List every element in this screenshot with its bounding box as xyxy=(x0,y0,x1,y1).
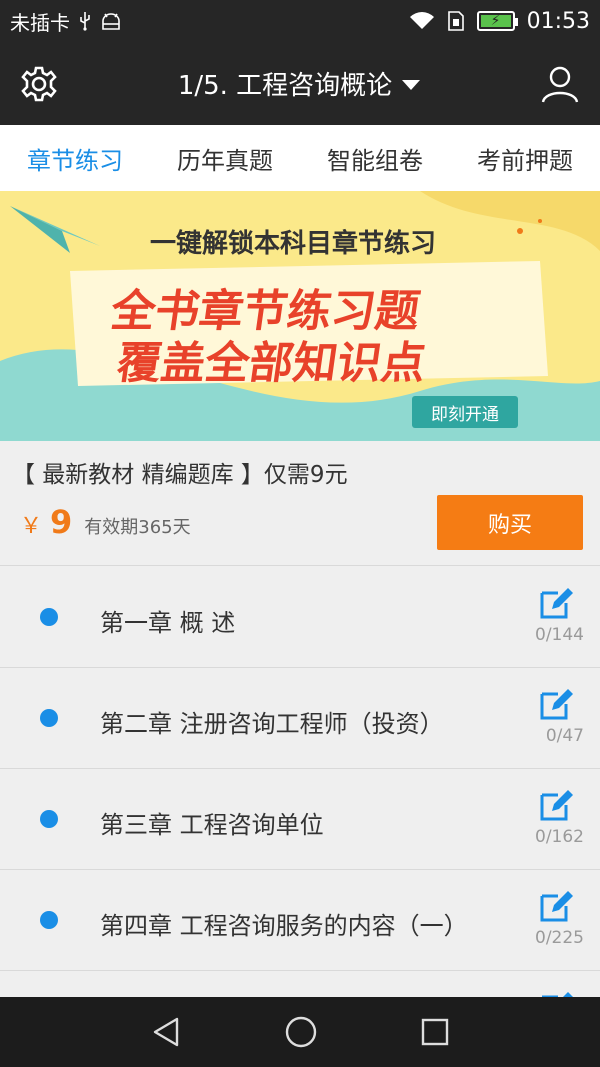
back-icon[interactable] xyxy=(151,1016,181,1048)
status-right: ⚡ 01:53 xyxy=(409,9,590,34)
chapter-name: 第二章 注册咨询工程师（投资） xyxy=(100,710,444,738)
tab-chapter-practice[interactable]: 章节练习 xyxy=(27,141,123,176)
status-left: 未插卡 xyxy=(10,7,409,36)
validity-text: 有效期365天 xyxy=(84,517,191,538)
list-item[interactable]: 第三章 工程咨询单位 0/162 xyxy=(0,769,600,870)
currency-symbol: ￥ xyxy=(20,514,43,539)
progress-count: 0/162 xyxy=(535,827,584,847)
chapter-list: 第一章 概 述 0/144 第二章 注册咨询工程师（投资） 0/47 第三章 工… xyxy=(0,567,600,1067)
bullet-dot xyxy=(40,709,58,727)
system-nav-bar xyxy=(0,997,600,1067)
tab-bar: 章节练习 历年真题 智能组卷 考前押题 xyxy=(0,125,600,191)
progress-count: 0/225 xyxy=(535,928,584,948)
subject-selector[interactable]: 1/5. 工程咨询概论 xyxy=(177,65,421,102)
tab-past-exams[interactable]: 历年真题 xyxy=(177,141,273,176)
list-item[interactable]: 第二章 注册咨询工程师（投资） 0/47 xyxy=(0,668,600,769)
promo-banner[interactable]: 一键解锁本科目章节练习 全书章节练习题 覆盖全部知识点 即刻开通 xyxy=(0,191,600,441)
progress-count: 0/47 xyxy=(545,726,584,746)
price-value: 9 xyxy=(50,503,73,541)
banner-line-2: 覆盖全部知识点 xyxy=(113,338,429,389)
purchase-panel: 【 最新教材 精编题库 】仅需9元 ￥ 9 有效期365天 购买 xyxy=(0,441,600,566)
chapter-name: 第四章 工程咨询服务的内容（一） xyxy=(100,912,468,940)
banner-open-button[interactable]: 即刻开通 xyxy=(412,396,518,428)
edit-icon[interactable] xyxy=(538,787,574,823)
home-icon[interactable] xyxy=(284,1015,318,1049)
tab-predicted-questions[interactable]: 考前押题 xyxy=(477,141,573,176)
chapter-name: 第三章 工程咨询单位 xyxy=(100,811,324,839)
edit-icon[interactable] xyxy=(538,686,574,722)
bullet-dot xyxy=(40,810,58,828)
banner-headline: 一键解锁本科目章节练习 xyxy=(150,229,437,259)
price-row: ￥ 9 有效期365天 xyxy=(20,503,191,541)
bullet-dot xyxy=(40,608,58,626)
usb-icon xyxy=(80,12,90,31)
wifi-icon xyxy=(409,12,434,29)
edit-icon[interactable] xyxy=(538,888,574,924)
recents-icon[interactable] xyxy=(421,1018,449,1046)
list-item[interactable]: 第一章 概 述 0/144 xyxy=(0,567,600,668)
chevron-down-icon xyxy=(402,80,421,90)
app-bar: 1/5. 工程咨询概论 xyxy=(0,42,600,125)
gear-icon[interactable] xyxy=(20,65,58,103)
promo-title: 【 最新教材 精编题库 】仅需9元 xyxy=(12,462,348,488)
chapter-name: 第一章 概 述 xyxy=(100,609,236,637)
carrier-text: 未插卡 xyxy=(10,10,70,35)
edit-icon[interactable] xyxy=(538,585,574,621)
battery-icon: ⚡ xyxy=(476,11,518,31)
page-title: 1/5. 工程咨询概论 xyxy=(177,71,393,101)
buy-button[interactable]: 购买 xyxy=(437,495,583,550)
android-debug-icon xyxy=(102,13,120,30)
sim-icon xyxy=(447,11,464,31)
tab-smart-paper[interactable]: 智能组卷 xyxy=(327,141,423,176)
list-item[interactable]: 第四章 工程咨询服务的内容（一） 0/225 xyxy=(0,870,600,971)
clock: 01:53 xyxy=(526,8,590,34)
progress-count: 0/144 xyxy=(535,625,584,645)
user-icon[interactable] xyxy=(540,64,580,104)
status-bar: 未插卡 ⚡ 01:53 xyxy=(0,0,600,42)
bullet-dot xyxy=(40,911,58,929)
